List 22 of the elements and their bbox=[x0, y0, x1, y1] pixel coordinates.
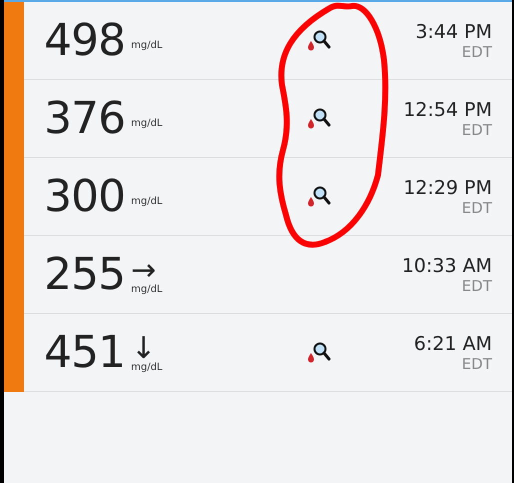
time-zone: EDT bbox=[462, 120, 492, 138]
reading-time: 3:44 PM bbox=[415, 20, 492, 42]
glucose-value: 255 bbox=[44, 252, 125, 296]
time-zone: EDT bbox=[462, 42, 492, 60]
trend-arrow: ↓ bbox=[130, 336, 156, 362]
reading-time: 6:21 AM bbox=[414, 332, 492, 354]
glucose-value: 451 bbox=[44, 330, 125, 374]
unit-label: mg/dL bbox=[130, 118, 162, 129]
unit-label: mg/dL bbox=[130, 196, 162, 207]
glucose-value: 300 bbox=[44, 174, 125, 218]
glucose-value: 376 bbox=[44, 96, 125, 140]
reading-time: 12:54 PM bbox=[403, 98, 492, 120]
unit-label: mg/dL bbox=[130, 40, 162, 51]
glucose-value: 498 bbox=[44, 18, 125, 62]
time-zone: EDT bbox=[462, 276, 492, 294]
trend-arrow: → bbox=[130, 258, 156, 284]
time-zone: EDT bbox=[462, 198, 492, 216]
reading-time: 12:29 PM bbox=[403, 176, 492, 198]
unit-label: mg/dL bbox=[130, 362, 162, 373]
unit-label: mg/dL bbox=[130, 284, 162, 295]
time-zone: EDT bbox=[462, 354, 492, 372]
reading-time: 10:33 AM bbox=[402, 254, 492, 276]
